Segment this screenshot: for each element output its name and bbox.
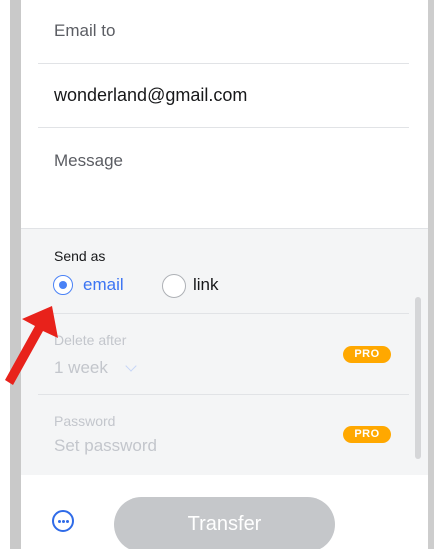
send-as-link-radio[interactable]	[162, 274, 186, 298]
scrollbar[interactable]	[415, 297, 421, 459]
pro-badge: PRO	[343, 426, 391, 443]
annotation-arrow-icon	[5, 306, 58, 385]
backdrop-left	[10, 0, 21, 549]
email-to-label: Email to	[54, 21, 116, 40]
password-label: Password	[54, 413, 116, 429]
divider	[38, 313, 409, 314]
email-to-input[interactable]: wonderland@gmail.com	[54, 85, 247, 106]
divider	[38, 127, 409, 128]
options-section: Send as email link Delete after 1 week P…	[21, 228, 428, 475]
more-dot-icon	[66, 520, 69, 523]
window-edge	[0, 0, 10, 549]
send-as-email-radio[interactable]	[53, 275, 73, 295]
pro-badge: PRO	[343, 346, 391, 363]
transfer-panel: Email to wonderland@gmail.com Message Se…	[21, 0, 428, 549]
message-input[interactable]: Message	[54, 151, 123, 171]
chevron-down-icon	[125, 360, 137, 372]
send-as-email-label[interactable]: email	[83, 275, 124, 295]
transfer-button[interactable]: Transfer	[114, 497, 335, 549]
more-dot-icon	[62, 520, 65, 523]
backdrop-right	[428, 0, 434, 549]
divider	[38, 394, 409, 395]
password-input[interactable]: Set password	[54, 436, 157, 456]
divider	[38, 63, 409, 64]
more-options-button[interactable]	[52, 510, 74, 532]
send-as-label: Send as	[54, 248, 106, 264]
send-as-link-label[interactable]: link	[193, 275, 219, 295]
more-dot-icon	[58, 520, 61, 523]
